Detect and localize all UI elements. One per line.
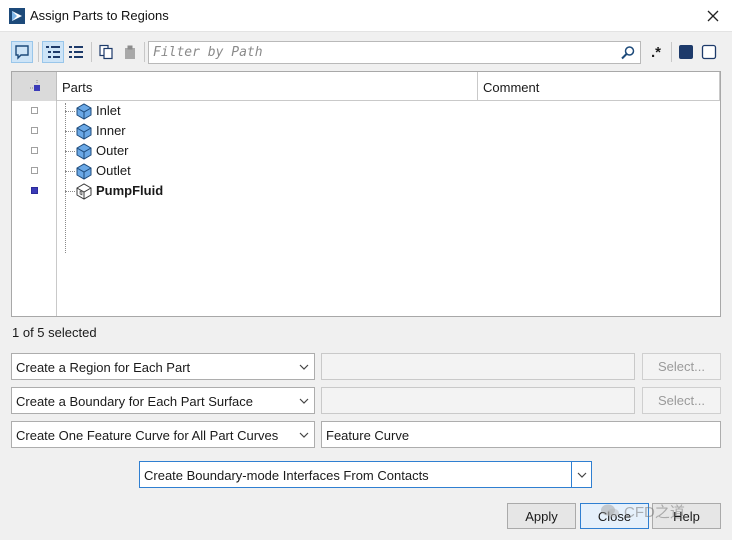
toolbar: .*	[0, 38, 732, 68]
region-mode-select[interactable]: Create a Region for Each Part	[11, 353, 315, 380]
table-row[interactable]: Inner	[12, 121, 720, 141]
feature-curve-mode-value: Create One Feature Curve for All Part Cu…	[16, 428, 279, 443]
row-checkbox[interactable]	[31, 127, 38, 134]
close-window-button[interactable]	[700, 4, 726, 28]
region-mode-value: Create a Region for Each Part	[16, 360, 191, 375]
paste-button[interactable]	[119, 41, 141, 63]
list-view-button[interactable]	[65, 41, 87, 63]
close-icon	[707, 10, 719, 22]
filter-input[interactable]	[149, 42, 619, 63]
tree-view-icon	[46, 46, 60, 58]
tree-branch	[65, 171, 75, 172]
part-name: Outer	[96, 143, 129, 158]
comment-toggle-button[interactable]	[11, 41, 33, 63]
help-button[interactable]: Help	[652, 503, 721, 529]
apply-button[interactable]: Apply	[507, 503, 576, 529]
title-bar: Assign Parts to Regions	[0, 0, 732, 32]
feature-curve-mode-select[interactable]: Create One Feature Curve for All Part Cu…	[11, 421, 315, 448]
parts-table: Parts Comment Inlet Inner Outer Outlet P…	[11, 71, 721, 317]
toolbar-separator	[91, 42, 92, 62]
part-surface-icon	[76, 103, 92, 120]
tree-view-button[interactable]	[42, 41, 64, 63]
sort-check-icon	[30, 80, 40, 91]
close-button[interactable]: Close	[580, 503, 649, 529]
feature-curve-name-value: Feature Curve	[326, 428, 410, 443]
row-checkbox[interactable]	[31, 187, 38, 194]
row-checkbox[interactable]	[31, 107, 38, 114]
part-name: Inner	[96, 123, 126, 138]
toolbar-separator	[144, 42, 145, 62]
chevron-down-icon	[571, 462, 591, 487]
feature-curve-name-field[interactable]: Feature Curve	[321, 421, 721, 448]
column-header-comment[interactable]: Comment	[478, 72, 720, 101]
tree-branch	[65, 191, 75, 192]
boundary-mode-value: Create a Boundary for Each Part Surface	[16, 394, 254, 409]
interface-mode-value: Create Boundary-mode Interfaces From Con…	[144, 468, 429, 483]
row-checkbox[interactable]	[31, 147, 38, 154]
app-logo-icon	[9, 8, 25, 24]
part-surface-icon	[76, 143, 92, 160]
copy-icon	[99, 44, 113, 60]
boundary-mode-select[interactable]: Create a Boundary for Each Part Surface	[11, 387, 315, 414]
part-name: Outlet	[96, 163, 131, 178]
list-view-icon	[69, 46, 83, 58]
boundary-select-button[interactable]: Select...	[642, 387, 721, 414]
table-header: Parts Comment	[12, 72, 720, 101]
chevron-down-icon	[294, 354, 314, 379]
interface-mode-select[interactable]: Create Boundary-mode Interfaces From Con…	[139, 461, 592, 488]
deselect-all-button[interactable]	[698, 41, 720, 63]
region-name-field[interactable]	[321, 353, 635, 380]
search-icon[interactable]	[620, 45, 636, 61]
part-surface-icon	[76, 163, 92, 180]
tree-branch	[65, 131, 75, 132]
region-select-button[interactable]: Select...	[642, 353, 721, 380]
row-checkbox[interactable]	[31, 167, 38, 174]
part-name: PumpFluid	[96, 183, 164, 198]
filter-box	[148, 41, 641, 64]
regex-label: .*	[650, 43, 661, 61]
part-body-icon	[76, 183, 92, 200]
empty-square-icon	[701, 44, 717, 60]
header-check-column[interactable]	[12, 72, 57, 101]
speech-bubble-icon	[15, 45, 29, 60]
table-row[interactable]: Outer	[12, 141, 720, 161]
selection-status: 1 of 5 selected	[12, 325, 97, 340]
tree-branch	[65, 111, 75, 112]
window-title: Assign Parts to Regions	[30, 8, 169, 23]
regex-toggle-button[interactable]: .*	[645, 41, 667, 63]
column-header-parts[interactable]: Parts	[57, 72, 478, 101]
table-row[interactable]: Outlet	[12, 161, 720, 181]
table-row[interactable]: Inlet	[12, 101, 720, 121]
copy-button[interactable]	[95, 41, 117, 63]
chevron-down-icon	[294, 388, 314, 413]
paste-icon	[125, 45, 135, 59]
chevron-down-icon	[294, 422, 314, 447]
table-row[interactable]: PumpFluid	[12, 181, 720, 201]
select-all-button[interactable]	[675, 41, 697, 63]
filled-square-icon	[679, 45, 693, 59]
tree-branch	[65, 151, 75, 152]
part-surface-icon	[76, 123, 92, 140]
part-name: Inlet	[96, 103, 121, 118]
toolbar-separator	[38, 42, 39, 62]
toolbar-separator	[671, 42, 672, 62]
boundary-name-field[interactable]	[321, 387, 635, 414]
